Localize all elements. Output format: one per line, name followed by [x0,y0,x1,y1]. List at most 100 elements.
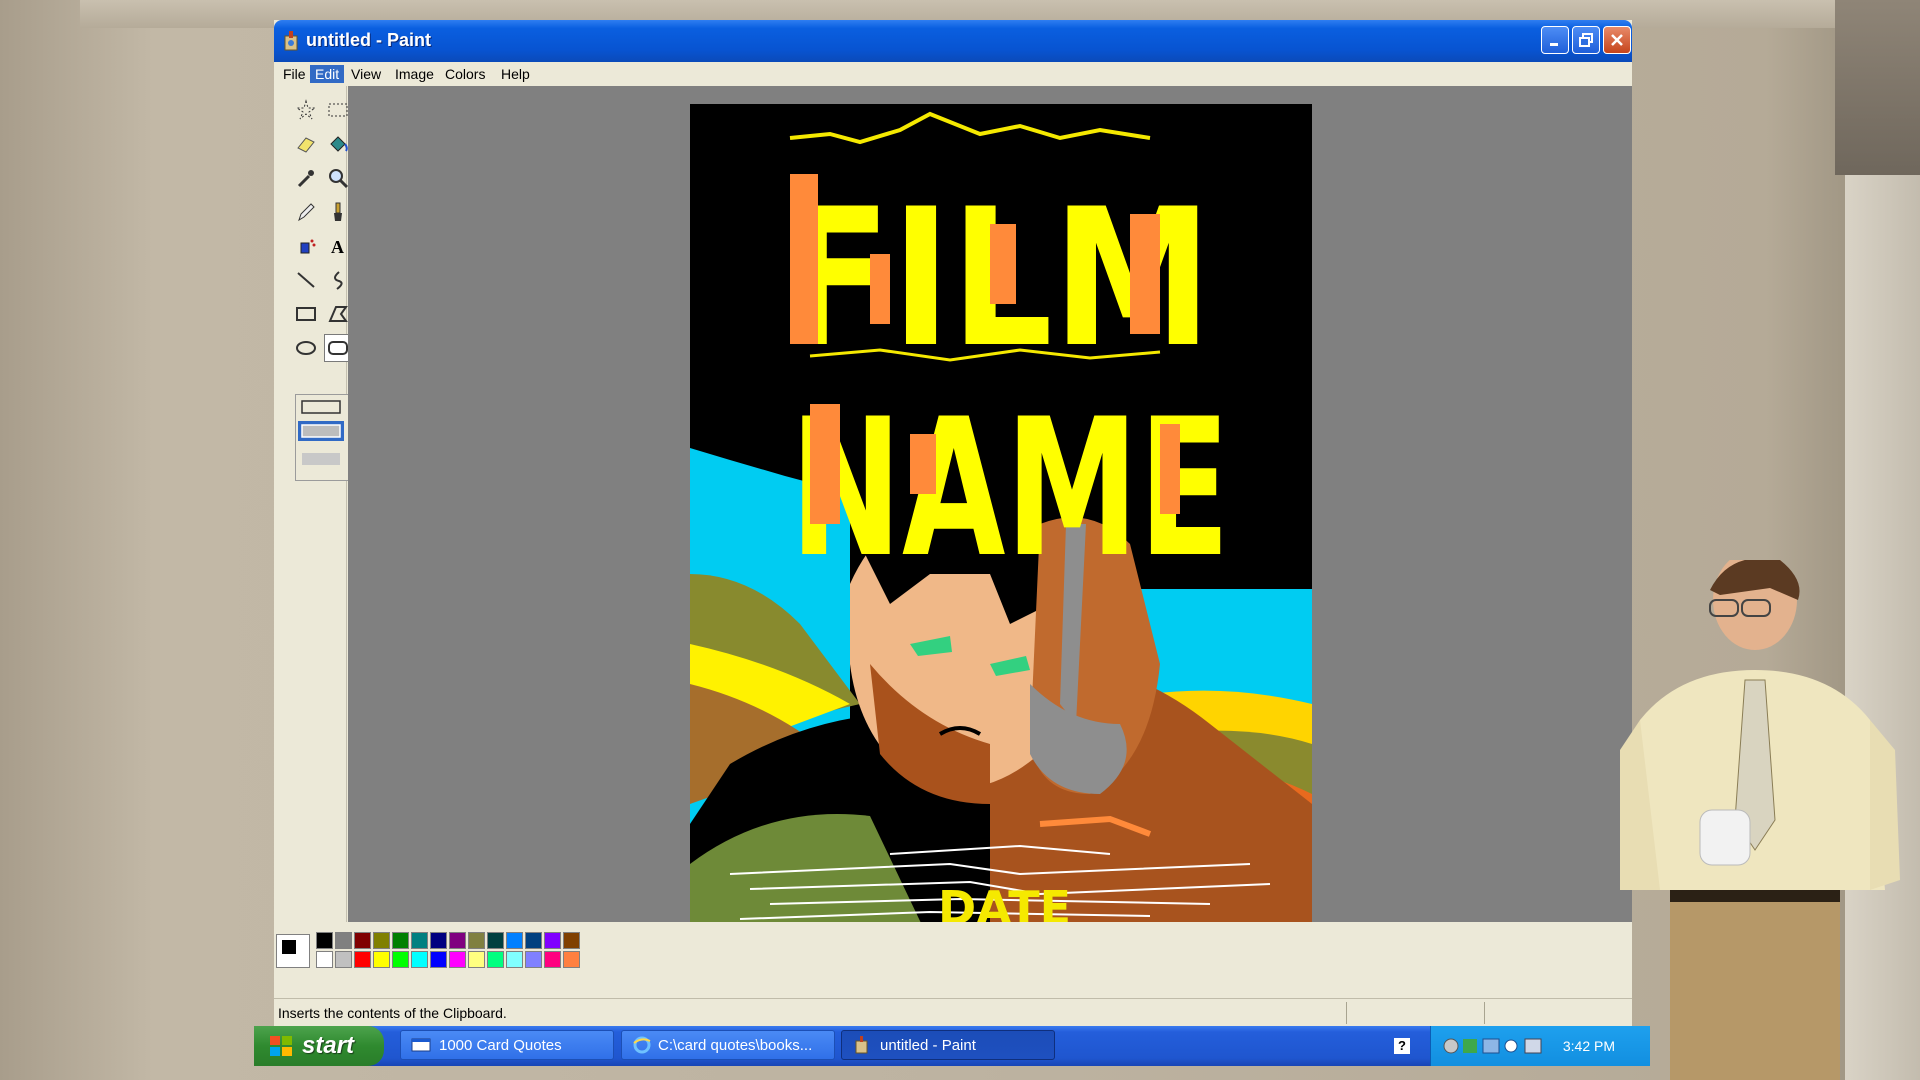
line-icon [297,272,315,288]
start-button[interactable]: start [254,1026,384,1066]
color-swatch[interactable] [563,951,580,968]
color-swatch[interactable] [430,951,447,968]
color-swatch[interactable] [449,932,466,949]
color-swatch[interactable] [392,951,409,968]
color-swatch[interactable] [430,932,447,949]
pencil-icon [298,203,315,222]
person-figure [1620,560,1900,1080]
color-swatch[interactable] [392,932,409,949]
color-swatch[interactable] [487,951,504,968]
paint-canvas[interactable]: FILM NAME [690,104,1312,942]
restore-button[interactable] [1572,26,1600,54]
foreground-color [281,939,297,955]
windows-logo-icon [270,1036,292,1056]
color-swatch[interactable] [487,932,504,949]
color-swatch[interactable] [468,951,485,968]
color-swatch[interactable] [354,951,371,968]
status-divider [1484,1002,1485,1024]
screen: untitled - Paint File Edit View Image Co… [254,20,1650,1066]
task-card-quotes[interactable]: 1000 Card Quotes [400,1030,614,1060]
help-icon[interactable]: ? [1394,1038,1410,1054]
minimize-icon [1550,43,1558,46]
color-swatch[interactable] [506,951,523,968]
task-label: untitled - Paint [880,1036,976,1054]
taskbar: start 1000 Card Quotes C:\card quotes\bo… [254,1026,1650,1066]
rectangle-icon [296,307,316,321]
eraser-tool[interactable] [292,130,320,158]
color-swatch[interactable] [354,932,371,949]
airbrush-icon [300,239,316,254]
color-swatch[interactable] [563,932,580,949]
restore-icon [1579,33,1593,47]
text-a-icon: A [331,237,344,257]
status-bar: Inserts the contents of the Clipboard. [274,998,1632,1027]
start-label: start [302,1032,355,1059]
color-swatch[interactable] [544,951,561,968]
menu-help[interactable]: Help [496,65,535,83]
task-label: C:\card quotes\books... [658,1036,813,1054]
polygon-icon [328,306,348,322]
menu-image[interactable]: Image [390,65,439,83]
color-swatch[interactable] [335,951,352,968]
brush-icon [334,202,342,221]
color-palette [274,922,1632,996]
color-picker-tool[interactable] [292,164,320,192]
rect-select-icon [328,103,348,117]
drawing-area: FILM NAME [348,86,1632,942]
line-tool[interactable] [292,266,320,294]
menu-colors[interactable]: Colors [440,65,490,83]
magnifier-icon [329,169,349,189]
rectangle-tool[interactable] [292,300,320,328]
color-swatch[interactable] [449,951,466,968]
curve-icon [334,271,343,290]
color-swatch[interactable] [544,932,561,949]
internet-explorer-icon [633,1036,651,1054]
color-swatch[interactable] [316,932,333,949]
paint-window: untitled - Paint File Edit View Image Co… [274,20,1632,1027]
color-swatch[interactable] [525,951,542,968]
color-swatch[interactable] [411,932,428,949]
menu-bar: File Edit View Image Colors Help [274,62,1632,86]
close-button[interactable] [1603,26,1631,54]
paint-bucket-icon [330,136,348,152]
window-title: untitled - Paint [306,30,431,50]
color-swatch[interactable] [411,951,428,968]
star-select-icon [295,99,317,120]
toolbox: A [274,86,352,922]
window-icon [411,1038,431,1052]
color-swatch[interactable] [373,951,390,968]
color-swatch[interactable] [468,932,485,949]
eyedropper-icon [297,170,314,188]
wall-shadow [1835,0,1920,175]
eraser-icon [297,137,315,153]
color-swatch[interactable] [525,932,542,949]
color-swatch[interactable] [335,932,352,949]
paint-app-icon [284,31,298,51]
color-swatch[interactable] [316,951,333,968]
rounded-rectangle-icon [328,341,348,355]
svg-text:A: A [331,237,344,257]
pencil-tool[interactable] [292,198,320,226]
paint-app-icon [855,1036,868,1054]
menu-view[interactable]: View [346,65,386,83]
tool-options [295,394,349,481]
current-colors[interactable] [276,934,310,968]
free-select-tool[interactable] [292,96,320,124]
menu-edit[interactable]: Edit [310,65,345,83]
fill-style-options[interactable] [296,395,348,480]
ellipse-icon [296,341,316,355]
ellipse-tool[interactable] [292,334,320,362]
close-icon [1611,34,1623,46]
status-text: Inserts the contents of the Clipboard. [278,1005,507,1021]
task-paint[interactable]: untitled - Paint [841,1030,1055,1060]
task-label: 1000 Card Quotes [439,1036,562,1054]
status-divider [1346,1002,1347,1024]
menu-file[interactable]: File [278,65,311,83]
minimize-button[interactable] [1541,26,1569,54]
color-swatch[interactable] [373,932,390,949]
airbrush-tool[interactable] [292,232,320,260]
task-explorer[interactable]: C:\card quotes\books... [621,1030,835,1060]
color-swatch[interactable] [506,932,523,949]
tray-icons[interactable] [1441,1034,1551,1058]
title-bar[interactable]: untitled - Paint [274,20,1632,62]
